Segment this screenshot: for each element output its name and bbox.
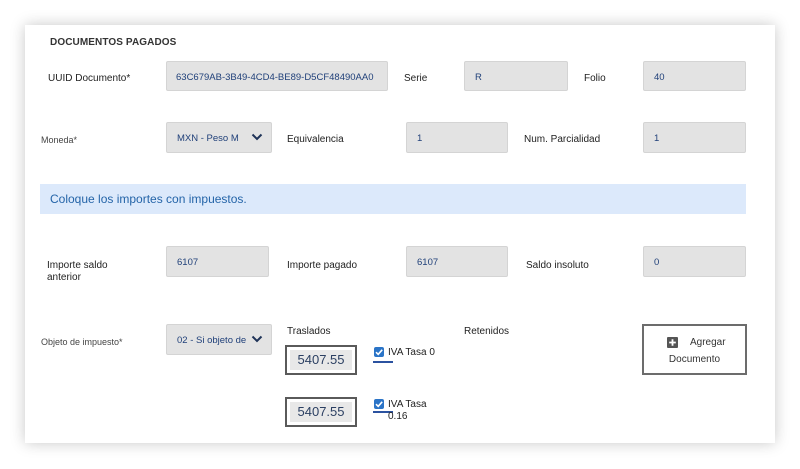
traslado-amount-value: 5407.55 <box>290 350 352 370</box>
add-button-label-line2: Documento <box>668 354 721 365</box>
saldo-insoluto-label: Saldo insoluto <box>526 260 589 271</box>
parcialidad-label: Num. Parcialidad <box>524 134 601 145</box>
chevron-down-icon <box>251 335 263 343</box>
equivalencia-label: Equivalencia <box>287 134 344 145</box>
uuid-input[interactable]: 63C679AB-3B49-4CD4-BE89-D5CF48490AA0 <box>166 61 388 91</box>
saldo-anterior-input[interactable]: 6107 <box>166 246 269 277</box>
retenidos-label: Retenidos <box>464 326 510 337</box>
moneda-label: Moneda* <box>41 135 78 145</box>
saldo-anterior-label: Importe saldo anterior <box>47 260 108 283</box>
folio-label: Folio <box>584 73 606 84</box>
traslados-label: Traslados <box>287 326 331 337</box>
plus-square-icon <box>667 335 678 353</box>
iva-tasa-0-label: IVA Tasa 0 <box>388 347 435 358</box>
checkbox-underline <box>373 361 393 363</box>
importe-pagado-input[interactable]: 6107 <box>406 246 508 277</box>
saldo-anterior-label-line1: Importe saldo <box>47 260 108 271</box>
iva-tasa-0-checkbox[interactable] <box>374 347 384 357</box>
parcialidad-input[interactable]: 1 <box>643 122 746 153</box>
objeto-impuesto-select[interactable]: 02 - Si objeto de <box>166 324 272 355</box>
check-icon <box>375 349 383 356</box>
folio-input[interactable]: 40 <box>643 61 746 91</box>
traslado-amount-field[interactable]: 5407.55 <box>285 397 357 427</box>
chevron-down-icon <box>251 133 263 141</box>
moneda-select[interactable]: MXN - Peso M <box>166 122 272 153</box>
objeto-impuesto-label: Objeto de impuesto* <box>41 337 123 347</box>
importe-pagado-label: Importe pagado <box>287 260 358 271</box>
saldo-insoluto-input[interactable]: 0 <box>643 246 746 277</box>
iva-tasa-016-label: IVA Tasa <box>388 399 427 410</box>
serie-input[interactable]: R <box>464 61 568 91</box>
traslado-amount-value: 5407.55 <box>290 402 352 422</box>
saldo-anterior-label-line2: anterior <box>47 272 81 283</box>
objeto-impuesto-selected-value: 02 - Si objeto de <box>177 335 247 346</box>
add-document-button[interactable]: Agregar Documento <box>642 324 747 375</box>
section-title: DOCUMENTOS PAGADOS <box>50 37 177 48</box>
serie-label: Serie <box>404 73 428 84</box>
add-button-label-line1: Agregar <box>690 337 726 348</box>
info-banner: Coloque los importes con impuestos. <box>40 184 746 214</box>
equivalencia-input[interactable]: 1 <box>406 122 508 153</box>
traslado-amount-field[interactable]: 5407.55 <box>285 345 357 375</box>
iva-tasa-016-label-rate: 0.16 <box>388 411 408 422</box>
moneda-selected-value: MXN - Peso M <box>177 133 239 144</box>
uuid-label: UUID Documento* <box>48 73 131 84</box>
check-icon <box>375 401 383 408</box>
iva-tasa-016-checkbox[interactable] <box>374 399 384 409</box>
